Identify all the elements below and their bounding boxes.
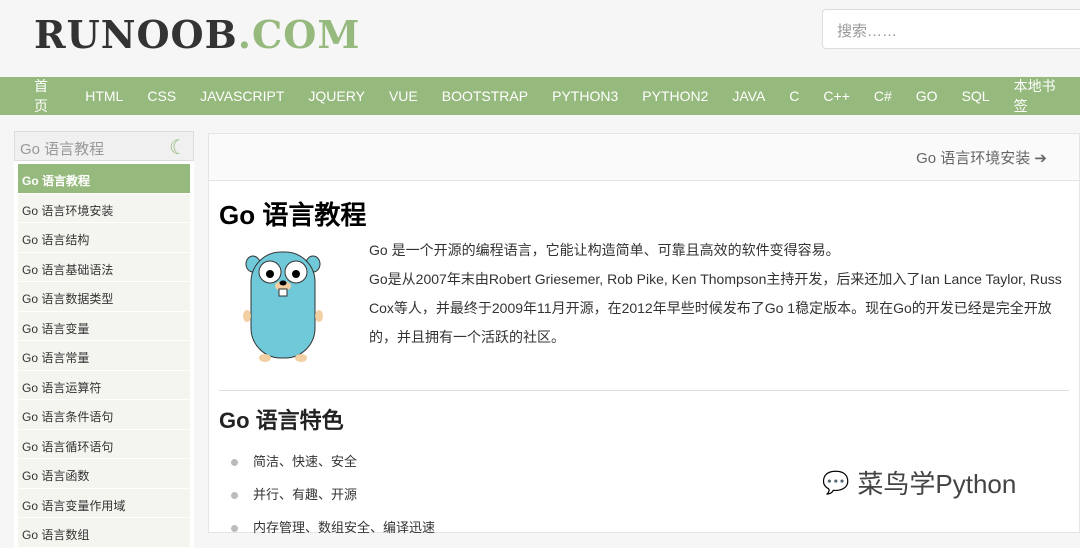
watermark: 💬 菜鸟学Python — [822, 469, 1017, 499]
sidebar-item[interactable]: Go 语言教程 — [18, 164, 190, 194]
nav-item[interactable]: HTML — [73, 88, 135, 104]
sidebar: Go 语言教程 ☾ Go 语言教程 Go 语言环境安装 Go 语言结构 Go 语言基础语… — [14, 131, 194, 548]
sidebar-item[interactable]: Go 语言数组 — [18, 518, 190, 548]
header: RUNOOB.COM 搜索…… — [0, 0, 1080, 77]
nav-item[interactable]: JAVA — [720, 88, 777, 104]
top-nav: 首页 HTML CSS JAVASCRIPT JQUERY VUE BOOTSTRAP PYT… — [0, 77, 1080, 115]
sidebar-item[interactable]: Go 语言条件语句 — [18, 400, 190, 430]
nav-item[interactable]: BOOTSTRAP — [430, 88, 540, 104]
gopher-mascot-icon — [243, 251, 323, 362]
sidebar-item[interactable]: Go 语言结构 — [18, 223, 190, 253]
nav-item[interactable]: JAVASCRIPT — [188, 88, 296, 104]
sidebar-item[interactable]: Go 语言函数 — [18, 459, 190, 489]
intro-paragraph: Go 是一个开源的编程语言，它能让构造简单、可靠且高效的软件变得容易。 — [369, 242, 840, 258]
sidebar-item[interactable]: Go 语言变量作用域 — [18, 488, 190, 518]
logo[interactable]: RUNOOB.COM — [34, 12, 360, 57]
sidebar-item[interactable]: Go 语言变量 — [18, 311, 190, 341]
search-input[interactable]: 搜索…… — [822, 9, 1080, 49]
sidebar-item[interactable]: Go 语言运算符 — [18, 370, 190, 400]
nav-item[interactable]: SQL — [950, 88, 1002, 104]
sidebar-item[interactable]: Go 语言环境安装 — [18, 193, 190, 223]
feature-item: 内存管理、数组安全、编译迅速 — [231, 511, 1079, 544]
sidebar-item[interactable]: Go 语言常量 — [18, 341, 190, 371]
section-title: Go 语言特色 — [219, 408, 344, 433]
nav-item[interactable]: C++ — [811, 88, 861, 104]
sidebar-item[interactable]: Go 语言基础语法 — [18, 252, 190, 282]
nav-item[interactable]: VUE — [377, 88, 430, 104]
nav-item[interactable]: 本地书签 — [1002, 76, 1080, 116]
sidebar-item[interactable]: Go 语言数据类型 — [18, 282, 190, 312]
nav-item[interactable]: C# — [862, 88, 904, 104]
sidebar-title: Go 语言教程 ☾ — [14, 131, 194, 161]
sidebar-item[interactable]: Go 语言循环语句 — [18, 429, 190, 459]
nav-item[interactable]: PYTHON3 — [540, 88, 630, 104]
nav-item[interactable]: JQUERY — [296, 88, 377, 104]
nav-item[interactable]: C — [777, 88, 811, 104]
page-title: Go 语言教程 — [219, 200, 367, 230]
nav-item[interactable]: GO — [904, 88, 950, 104]
wechat-icon: 💬 — [822, 469, 850, 495]
next-page-link[interactable]: Go 语言环境安装 ➔ — [916, 150, 1047, 167]
nav-item[interactable]: 首页 — [22, 76, 73, 116]
nav-item[interactable]: CSS — [135, 88, 188, 104]
divider — [219, 390, 1069, 391]
nav-item[interactable]: PYTHON2 — [630, 88, 720, 104]
history-paragraph: Go是从2007年末由Robert Griesemer, Rob Pike, K… — [369, 271, 1062, 345]
moon-icon[interactable]: ☾ — [169, 135, 187, 160]
